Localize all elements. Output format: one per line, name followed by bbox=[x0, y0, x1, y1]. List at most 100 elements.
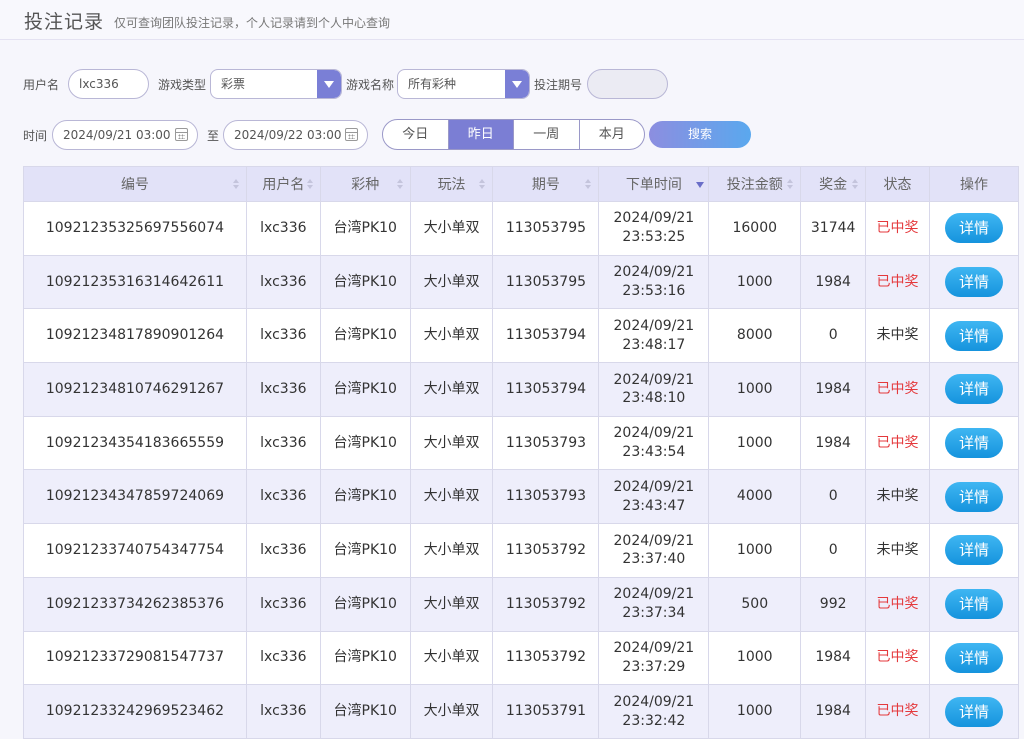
cell-action: 详情 bbox=[928, 684, 1020, 739]
detail-button[interactable]: 详情 bbox=[944, 696, 1003, 727]
sort-icon[interactable] bbox=[232, 179, 239, 190]
cell-play: 大小单双 bbox=[409, 684, 494, 739]
issue-input[interactable] bbox=[587, 69, 668, 99]
column-header-lottery[interactable]: 彩种 bbox=[319, 166, 411, 202]
cell-amount: 1000 bbox=[708, 523, 802, 578]
table-row: 10921233729081547737 lxc336 台湾PK10 大小单双 1130… bbox=[23, 630, 1020, 686]
cell-amount: 500 bbox=[708, 576, 802, 632]
order-date: 2024/09/21 bbox=[613, 478, 695, 495]
column-header-status: 状态 bbox=[865, 166, 930, 202]
detail-button[interactable]: 详情 bbox=[944, 374, 1003, 405]
cell-lottery: 台湾PK10 bbox=[319, 576, 411, 632]
cell-action: 详情 bbox=[928, 308, 1020, 364]
cell-prize: 1984 bbox=[800, 630, 867, 686]
cell-id: 10921235325697556074 bbox=[23, 201, 247, 256]
detail-button[interactable]: 详情 bbox=[944, 267, 1003, 298]
cell-status: 已中奖 bbox=[865, 630, 930, 686]
cell-play: 大小单双 bbox=[409, 254, 494, 310]
sort-icon[interactable] bbox=[585, 179, 592, 190]
detail-button[interactable]: 详情 bbox=[944, 642, 1003, 673]
order-date: 2024/09/21 bbox=[613, 210, 695, 227]
cell-amount: 16000 bbox=[708, 201, 802, 256]
page-title: 投注记录 bbox=[24, 11, 105, 33]
to-label: 至 bbox=[207, 129, 220, 143]
cell-play: 大小单双 bbox=[409, 469, 494, 525]
cell-lottery: 台湾PK10 bbox=[319, 415, 411, 471]
sort-desc-icon[interactable] bbox=[696, 182, 705, 188]
detail-button[interactable]: 详情 bbox=[944, 481, 1003, 512]
range-month-button[interactable]: 本月 bbox=[580, 120, 645, 149]
username-label: 用户名 bbox=[23, 78, 60, 92]
order-clock: 23:37:34 bbox=[622, 605, 686, 622]
date-to-value: 2024/09/22 03:00 bbox=[234, 128, 342, 142]
chevron-down-icon[interactable] bbox=[505, 70, 529, 98]
cell-prize: 1984 bbox=[800, 415, 867, 471]
cell-order-time: 2024/09/21 23:37:40 bbox=[598, 523, 710, 578]
search-button[interactable]: 搜索 bbox=[649, 121, 751, 148]
order-clock: 23:43:54 bbox=[622, 444, 686, 461]
cell-order-time: 2024/09/21 23:53:16 bbox=[598, 254, 710, 310]
cell-user: lxc336 bbox=[245, 576, 321, 632]
cell-play: 大小单双 bbox=[409, 576, 494, 632]
column-header-play[interactable]: 玩法 bbox=[409, 166, 494, 202]
column-header-user[interactable]: 用户名 bbox=[245, 166, 321, 202]
range-today-button[interactable]: 今日 bbox=[383, 120, 449, 149]
username-input[interactable]: lxc336 bbox=[68, 69, 149, 99]
cell-status: 已中奖 bbox=[865, 684, 930, 739]
cell-action: 详情 bbox=[928, 469, 1020, 525]
column-header-id[interactable]: 编号 bbox=[23, 166, 247, 202]
cell-lottery: 台湾PK10 bbox=[319, 308, 411, 364]
column-header-amount[interactable]: 投注金额 bbox=[708, 166, 802, 202]
cell-status: 已中奖 bbox=[865, 362, 930, 417]
cell-action: 详情 bbox=[928, 523, 1020, 578]
order-date: 2024/09/21 bbox=[613, 639, 695, 656]
cell-id: 10921234347859724069 bbox=[23, 469, 247, 525]
cell-play: 大小单双 bbox=[409, 362, 494, 417]
column-header-issue[interactable]: 期号 bbox=[492, 166, 600, 202]
game-name-select[interactable]: 所有彩种 bbox=[397, 69, 530, 99]
page-header: 投注记录 仅可查询团队投注记录，个人记录请到个人中心查询 bbox=[0, 0, 1024, 40]
range-week-button[interactable]: 一周 bbox=[514, 120, 580, 149]
cell-id: 10921233740754347754 bbox=[23, 523, 247, 578]
detail-button[interactable]: 详情 bbox=[944, 428, 1003, 459]
cell-user: lxc336 bbox=[245, 523, 321, 578]
cell-user: lxc336 bbox=[245, 630, 321, 686]
cell-issue: 113053791 bbox=[492, 684, 600, 739]
sort-icon[interactable] bbox=[479, 179, 486, 190]
cell-issue: 113053794 bbox=[492, 308, 600, 364]
cell-issue: 113053793 bbox=[492, 415, 600, 471]
sort-icon[interactable] bbox=[306, 179, 313, 190]
order-clock: 23:37:40 bbox=[622, 551, 686, 568]
cell-amount: 1000 bbox=[708, 630, 802, 686]
cell-lottery: 台湾PK10 bbox=[319, 201, 411, 256]
quick-range-group: 今日 昨日 一周 本月 bbox=[382, 119, 645, 150]
sort-icon[interactable] bbox=[852, 179, 859, 190]
detail-button[interactable]: 详情 bbox=[944, 213, 1003, 244]
cell-status: 已中奖 bbox=[865, 254, 930, 310]
cell-status: 已中奖 bbox=[865, 415, 930, 471]
time-label: 时间 bbox=[23, 129, 48, 143]
chevron-down-icon[interactable] bbox=[317, 70, 341, 98]
detail-button[interactable]: 详情 bbox=[944, 589, 1003, 620]
date-from-input[interactable]: 2024/09/21 03:00 bbox=[52, 120, 198, 150]
sort-icon[interactable] bbox=[787, 179, 794, 190]
calendar-icon[interactable] bbox=[345, 128, 358, 141]
date-to-input[interactable]: 2024/09/22 03:00 bbox=[223, 120, 368, 150]
order-date: 2024/09/21 bbox=[613, 693, 695, 710]
game-type-select[interactable]: 彩票 bbox=[210, 69, 342, 99]
cell-order-time: 2024/09/21 23:53:25 bbox=[598, 201, 710, 256]
column-header-order-time[interactable]: 下单时间 bbox=[598, 166, 710, 202]
calendar-icon[interactable] bbox=[175, 128, 188, 141]
cell-user: lxc336 bbox=[245, 362, 321, 417]
cell-status: 未中奖 bbox=[865, 469, 930, 525]
detail-button[interactable]: 详情 bbox=[944, 320, 1003, 351]
column-header-prize[interactable]: 奖金 bbox=[800, 166, 867, 202]
cell-lottery: 台湾PK10 bbox=[319, 630, 411, 686]
detail-button[interactable]: 详情 bbox=[944, 535, 1003, 566]
cell-user: lxc336 bbox=[245, 254, 321, 310]
cell-amount: 1000 bbox=[708, 415, 802, 471]
cell-prize: 31744 bbox=[800, 201, 867, 256]
sort-icon[interactable] bbox=[396, 179, 403, 190]
range-yesterday-button[interactable]: 昨日 bbox=[448, 120, 514, 149]
cell-lottery: 台湾PK10 bbox=[319, 362, 411, 417]
